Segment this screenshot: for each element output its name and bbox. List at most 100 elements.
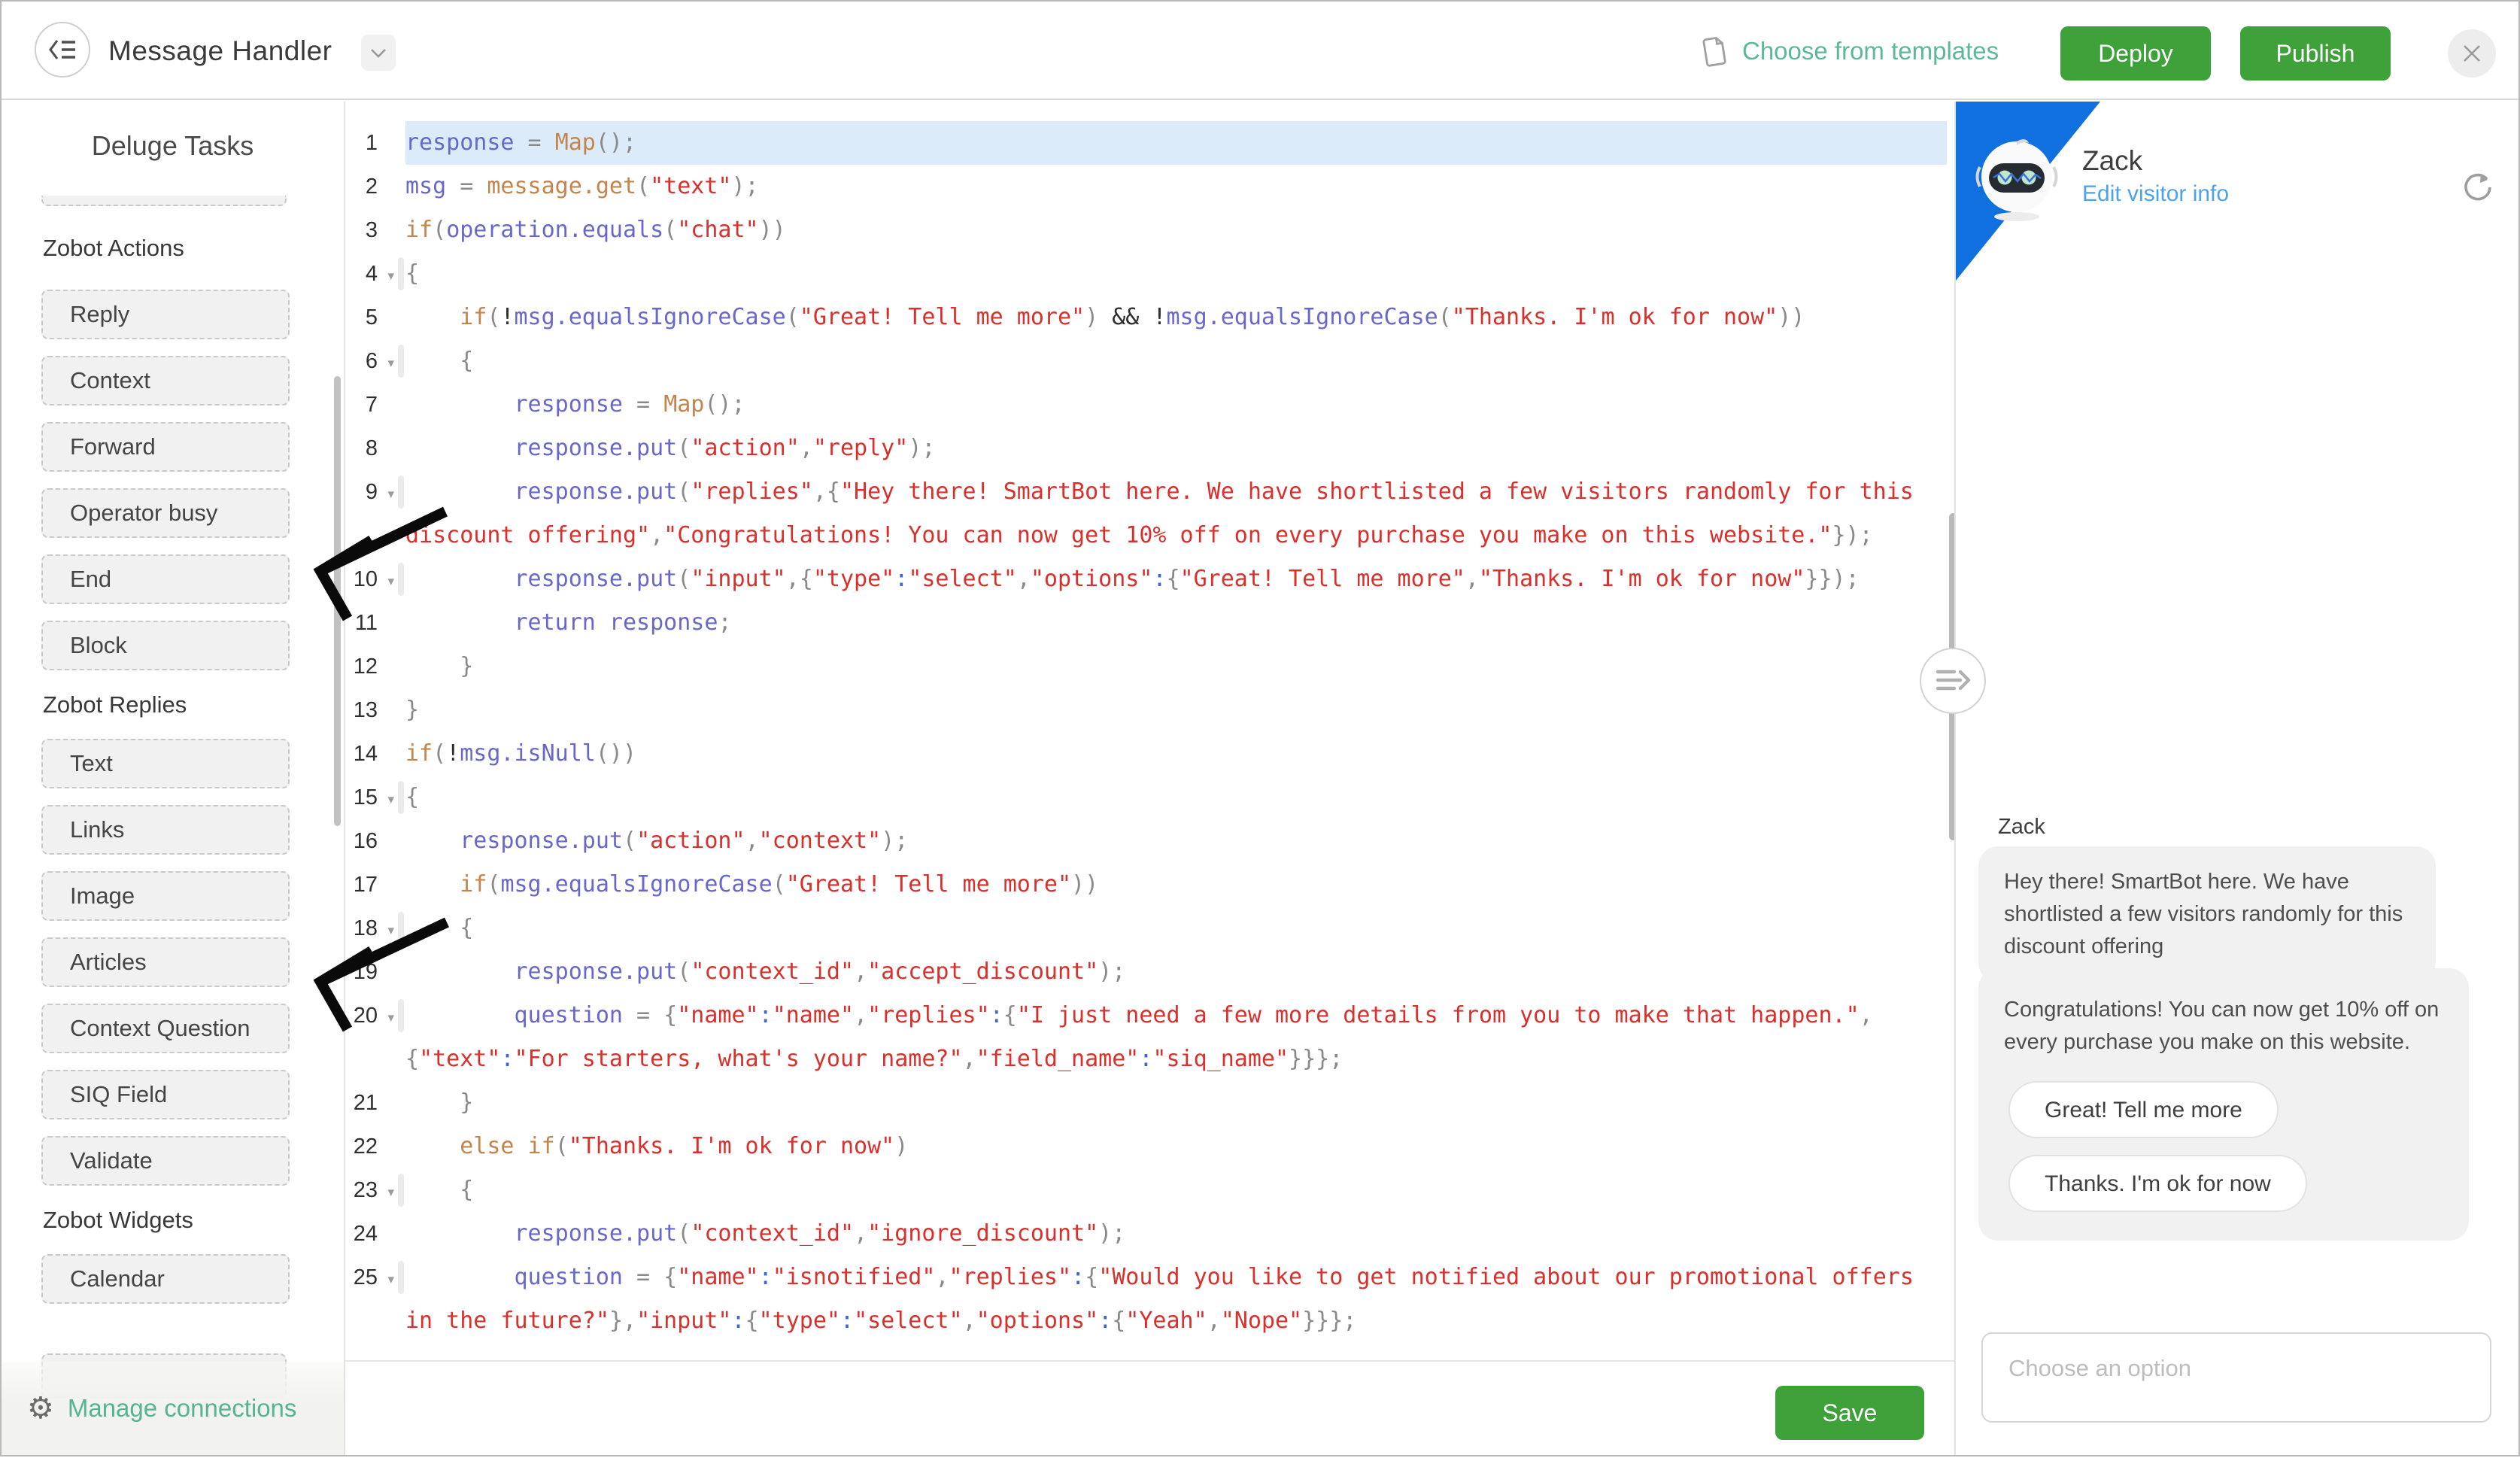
code-line-8[interactable]: 8 response.put("action","reply");	[345, 427, 1947, 470]
code-text[interactable]: {	[405, 776, 1947, 819]
fold-toggle-icon[interactable]: ▾	[387, 909, 394, 952]
code-line-11[interactable]: 11 return response;	[345, 601, 1947, 645]
reply-option-thanks-i-m-ok-for-now[interactable]: Thanks. I'm ok for now	[2008, 1155, 2307, 1212]
fold-toggle-icon[interactable]: ▾	[387, 560, 394, 603]
task-button-calendar[interactable]: Calendar	[41, 1254, 290, 1304]
line-number: 22	[345, 1125, 405, 1168]
code-line-24[interactable]: 24 response.put("context_id","ignore_dis…	[345, 1212, 1947, 1256]
task-button-partial-top[interactable]	[41, 196, 287, 206]
code-text[interactable]: response.put("input",{"type":"select","o…	[405, 557, 1947, 601]
code-line-7[interactable]: 7 response = Map();	[345, 383, 1947, 427]
code-text[interactable]: {	[405, 339, 1947, 383]
manage-connections-link[interactable]: Manage connections	[68, 1394, 297, 1423]
code-text[interactable]: response = Map();	[405, 383, 1947, 427]
code-text[interactable]: response.put("context_id","accept_discou…	[405, 950, 1947, 994]
code-line-22[interactable]: 22 else if("Thanks. I'm ok for now")	[345, 1125, 1947, 1168]
code-line-5[interactable]: 5 if(!msg.equalsIgnoreCase("Great! Tell …	[345, 296, 1947, 339]
fold-toggle-icon[interactable]: ▾	[387, 1171, 394, 1214]
code-text[interactable]: response.put("replies",{"Hey there! Smar…	[405, 470, 1947, 557]
code-text[interactable]: }	[405, 645, 1947, 688]
line-number: 17	[345, 863, 405, 907]
fold-strip	[398, 781, 404, 814]
fold-toggle-icon[interactable]: ▾	[387, 778, 394, 822]
code-line-4[interactable]: 4▾{	[345, 252, 1947, 296]
code-line-15[interactable]: 15▾{	[345, 776, 1947, 819]
menu-back-icon	[47, 36, 77, 63]
code-text[interactable]: response.put("context_id","ignore_discou…	[405, 1212, 1947, 1256]
code-text[interactable]: if(operation.equals("chat"))	[405, 208, 1947, 252]
task-button-context-question[interactable]: Context Question	[41, 1004, 290, 1053]
code-text[interactable]: {	[405, 907, 1947, 950]
edit-visitor-info-link[interactable]: Edit visitor info	[2082, 181, 2229, 207]
task-button-image[interactable]: Image	[41, 871, 290, 921]
code-line-18[interactable]: 18▾ {	[345, 907, 1947, 950]
fold-toggle-icon[interactable]: ▾	[387, 254, 394, 298]
task-button-context[interactable]: Context	[41, 356, 290, 406]
code-text[interactable]: if(msg.equalsIgnoreCase("Great! Tell me …	[405, 863, 1947, 907]
code-text[interactable]: else if("Thanks. I'm ok for now")	[405, 1125, 1947, 1168]
sidebar-scrollbar[interactable]	[334, 376, 341, 826]
code-text[interactable]: response = Map();	[405, 121, 1947, 165]
editor-footer: Save	[345, 1360, 1957, 1455]
close-button[interactable]	[2448, 29, 2496, 77]
code-text[interactable]: response.put("action","context");	[405, 819, 1947, 863]
collapse-panel-button[interactable]	[1920, 648, 1986, 714]
task-button-validate[interactable]: Validate	[41, 1136, 290, 1186]
fold-toggle-icon[interactable]: ▾	[387, 342, 394, 385]
code-line-14[interactable]: 14if(!msg.isNull())	[345, 732, 1947, 776]
code-line-20[interactable]: 20▾ question = {"name":"name","replies":…	[345, 994, 1947, 1081]
code-text[interactable]: return response;	[405, 601, 1947, 645]
code-line-13[interactable]: 13}	[345, 688, 1947, 732]
close-icon	[2462, 44, 2482, 63]
fold-toggle-icon[interactable]: ▾	[387, 472, 394, 516]
code-line-19[interactable]: 19 response.put("context_id","accept_dis…	[345, 950, 1947, 994]
task-button-block[interactable]: Block	[41, 621, 290, 670]
task-button-links[interactable]: Links	[41, 805, 290, 855]
code-text[interactable]: if(!msg.equalsIgnoreCase("Great! Tell me…	[405, 296, 1947, 339]
task-button-text[interactable]: Text	[41, 739, 290, 788]
code-text[interactable]: if(!msg.isNull())	[405, 732, 1947, 776]
code-line-21[interactable]: 21 }	[345, 1081, 1947, 1125]
code-line-6[interactable]: 6▾ {	[345, 339, 1947, 383]
task-button-forward[interactable]: Forward	[41, 422, 290, 472]
sidebar-title: Deluge Tasks	[2, 130, 344, 162]
save-button[interactable]: Save	[1775, 1386, 1924, 1440]
code-line-3[interactable]: 3if(operation.equals("chat"))	[345, 208, 1947, 252]
code-line-1[interactable]: 1response = Map();	[345, 121, 1947, 165]
code-line-16[interactable]: 16 response.put("action","context");	[345, 819, 1947, 863]
fold-toggle-icon[interactable]: ▾	[387, 996, 394, 1040]
chat-option-input[interactable]	[1981, 1332, 2491, 1423]
task-button-articles[interactable]: Articles	[41, 937, 290, 987]
code-line-12[interactable]: 12 }	[345, 645, 1947, 688]
title-dropdown-button[interactable]	[361, 35, 396, 71]
fold-toggle-icon[interactable]: ▾	[387, 1258, 394, 1302]
reply-option-great-tell-me-more[interactable]: Great! Tell me more	[2008, 1081, 2279, 1138]
publish-button[interactable]: Publish	[2240, 26, 2391, 80]
code-text[interactable]: response.put("action","reply");	[405, 427, 1947, 470]
back-to-list-button[interactable]	[35, 22, 90, 77]
code-text[interactable]: {	[405, 1168, 1947, 1212]
line-number: 4▾	[345, 252, 405, 296]
code-line-9[interactable]: 9▾ response.put("replies",{"Hey there! S…	[345, 470, 1947, 557]
code-line-17[interactable]: 17 if(msg.equalsIgnoreCase("Great! Tell …	[345, 863, 1947, 907]
refresh-preview-button[interactable]	[2461, 171, 2494, 204]
code-text[interactable]: }	[405, 1081, 1947, 1125]
code-editor[interactable]: 1response = Map();2msg = message.get("te…	[345, 102, 1957, 1455]
task-button-operator-busy[interactable]: Operator busy	[41, 488, 290, 538]
code-line-23[interactable]: 23▾ {	[345, 1168, 1947, 1212]
section-label-zobot-replies: Zobot Replies	[43, 691, 290, 718]
fold-strip	[398, 563, 404, 596]
choose-from-templates-link[interactable]: Choose from templates	[1699, 30, 1999, 72]
code-text[interactable]: question = {"name":"isnotified","replies…	[405, 1256, 1947, 1343]
code-line-25[interactable]: 25▾ question = {"name":"isnotified","rep…	[345, 1256, 1947, 1343]
code-line-10[interactable]: 10▾ response.put("input",{"type":"select…	[345, 557, 1947, 601]
deploy-button[interactable]: Deploy	[2060, 26, 2211, 80]
code-line-2[interactable]: 2msg = message.get("text");	[345, 165, 1947, 208]
code-text[interactable]: {	[405, 252, 1947, 296]
code-text[interactable]: }	[405, 688, 1947, 732]
task-button-reply[interactable]: Reply	[41, 290, 290, 339]
task-button-siq-field[interactable]: SIQ Field	[41, 1070, 290, 1119]
code-text[interactable]: msg = message.get("text");	[405, 165, 1947, 208]
code-text[interactable]: question = {"name":"name","replies":{"I …	[405, 994, 1947, 1081]
task-button-end[interactable]: End	[41, 554, 290, 604]
